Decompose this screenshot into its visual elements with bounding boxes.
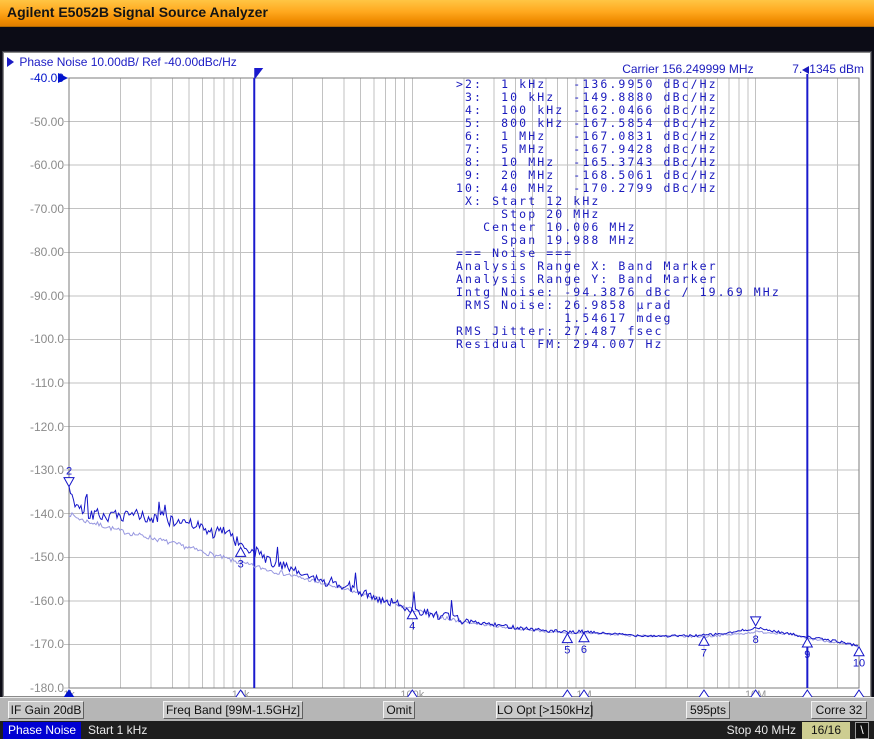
y-axis-label: -70.00 xyxy=(12,202,64,216)
y-axis-label: -40.00 xyxy=(12,71,64,85)
carrier-readout: Carrier 156.249999 MHz 7. 1345 dBm xyxy=(622,62,864,76)
top-dark-strip xyxy=(0,28,874,52)
carrier-power-frac: 1345 dBm xyxy=(809,62,864,76)
active-trace-arrow-icon xyxy=(7,57,14,67)
y-axis-label: -110.0 xyxy=(12,376,64,390)
svg-text:2: 2 xyxy=(66,466,72,478)
measurement-settings-bar: IF Gain 20dB Freq Band [99M-1.5GHz] Omit LO… xyxy=(0,697,874,721)
svg-text:5: 5 xyxy=(564,645,570,657)
y-axis-label: -80.00 xyxy=(12,245,64,259)
e5052b-screen: Agilent E5052B Signal Source Analyzer Ph… xyxy=(0,0,874,739)
marker-readout-table: >2: 1 kHz -136.9950 dBc/Hz 3: 10 kHz -14… xyxy=(456,78,781,351)
svg-text:6: 6 xyxy=(581,644,587,656)
svg-text:3: 3 xyxy=(238,558,244,570)
y-axis-label: -160.0 xyxy=(12,594,64,608)
softkey-omit[interactable]: Omit xyxy=(383,701,415,719)
svg-text:9: 9 xyxy=(804,649,810,661)
softkey-correction[interactable]: Corre 32 xyxy=(811,701,867,719)
y-axis-label: -130.0 xyxy=(12,463,64,477)
trace-format-label: Phase Noise 10.00dB/ Ref -40.00dBc/Hz xyxy=(19,55,236,69)
softkey-points[interactable]: 595pts xyxy=(686,701,730,719)
y-axis-label: -170.0 xyxy=(12,637,64,651)
window-title: Agilent E5052B Signal Source Analyzer xyxy=(7,4,268,20)
svg-text:8: 8 xyxy=(753,634,759,646)
y-axis-label: -180.0 xyxy=(12,681,64,695)
svg-text:7: 7 xyxy=(701,647,707,659)
y-axis-label: -50.00 xyxy=(12,115,64,129)
softkey-lo-opt[interactable]: LO Opt [>150kHz] xyxy=(496,701,592,719)
trace-header[interactable]: Phase Noise 10.00dB/ Ref -40.00dBc/Hz xyxy=(7,55,237,69)
status-bar: Phase Noise Start 1 kHz Stop 40 MHz 16/1… xyxy=(0,721,874,739)
softkey-if-gain[interactable]: IF Gain 20dB xyxy=(8,701,84,719)
carrier-frequency: Carrier 156.249999 MHz xyxy=(622,62,753,76)
svg-text:10: 10 xyxy=(853,658,865,670)
mode-badge[interactable]: Phase Noise xyxy=(3,722,81,739)
y-axis-label: -90.00 xyxy=(12,289,64,303)
softkey-freq-band[interactable]: Freq Band [99M-1.5GHz] xyxy=(163,701,303,719)
status-start-frequency: Start 1 kHz xyxy=(88,723,147,737)
carrier-power-int: 7. xyxy=(792,62,802,76)
average-count-badge: 16/16 xyxy=(802,722,850,739)
window-titlebar[interactable]: Agilent E5052B Signal Source Analyzer xyxy=(0,0,874,27)
readout-line: Residual FM: 294.007 Hz xyxy=(456,338,781,351)
y-axis-label: -60.00 xyxy=(12,158,64,172)
phase-noise-plot-panel: Phase Noise 10.00dB/ Ref -40.00dBc/Hz Ca… xyxy=(3,52,871,697)
y-axis-label: -100.0 xyxy=(12,332,64,346)
y-axis-label: -120.0 xyxy=(12,420,64,434)
svg-text:4: 4 xyxy=(409,621,415,633)
y-axis-label: -140.0 xyxy=(12,507,64,521)
busy-spinner-icon: \ xyxy=(855,722,869,739)
status-stop-frequency: Stop 40 MHz xyxy=(727,723,796,737)
y-axis-label: -150.0 xyxy=(12,550,64,564)
